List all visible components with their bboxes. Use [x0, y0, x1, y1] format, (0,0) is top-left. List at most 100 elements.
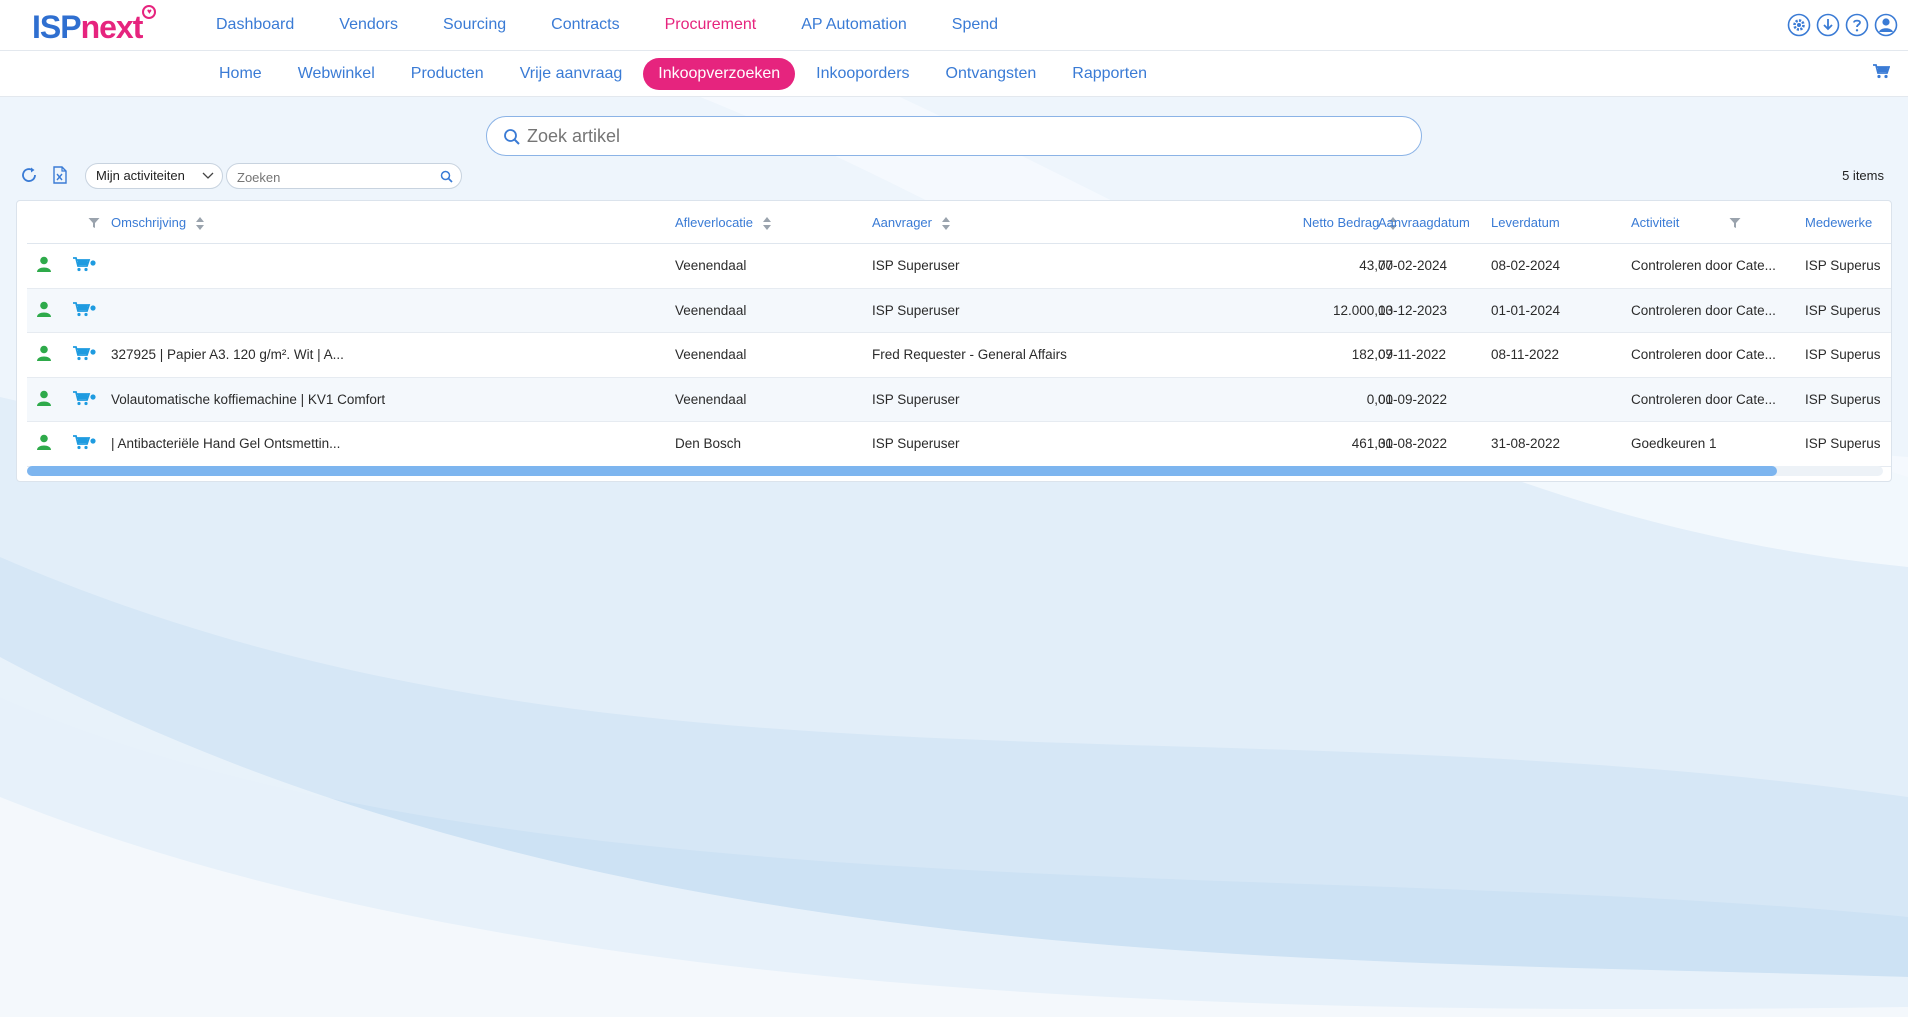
sort-icon[interactable] [195, 217, 204, 231]
column-label: Aanvrager [872, 215, 932, 230]
cell-description: 327925 | Papier A3. 120 g/m². Wit | A... [111, 347, 344, 363]
column-header-employee[interactable]: Medewerke [1805, 201, 1872, 244]
cell-employee: ISP Superus [1805, 347, 1881, 363]
excel-export-icon[interactable] [52, 166, 68, 184]
article-search-input[interactable] [527, 121, 1387, 151]
cell-request-date: 30-08-2022 [1378, 436, 1448, 452]
cell-net-amount: 182,09 [1351, 347, 1393, 363]
cell-activity: Controleren door Cate... [1631, 258, 1776, 273]
column-header-description[interactable]: Omschrijving [111, 201, 204, 244]
cell-location: Veenendaal [675, 302, 747, 318]
cell-delivery-date: 08-11-2022 [1491, 347, 1560, 363]
cell-request-date: 07-02-2024 [1378, 258, 1448, 273]
column-header-request-date[interactable]: Aanvraagdatum [1378, 201, 1470, 244]
chevron-down-icon [202, 172, 214, 179]
download-icon[interactable] [1816, 13, 1840, 37]
cell-requester: ISP Superuser [872, 258, 960, 273]
main-nav-procurement[interactable]: Procurement [665, 0, 757, 51]
sort-icon[interactable] [941, 217, 950, 231]
column-label: Afleverlocatie [675, 215, 754, 230]
top-navigation-bar: ISPnext ♥ Dashboard Vendors Sourcing Con… [0, 0, 1908, 51]
activity-filter-icon[interactable] [1729, 217, 1741, 229]
shopping-cart-icon[interactable] [1872, 63, 1890, 79]
table-row[interactable]: | Antibacteriële Hand Gel Ontsmettin... … [27, 422, 1891, 467]
user-icon[interactable] [37, 301, 51, 317]
cell-requester: Fred Requester - General Affairs [872, 347, 1067, 363]
column-header-activity[interactable]: Activiteit [1631, 201, 1679, 244]
top-icons [1787, 13, 1898, 37]
horizontal-scrollbar[interactable] [27, 466, 1883, 476]
cell-description: | Antibacteriële Hand Gel Ontsmettin... [111, 436, 341, 452]
logo-secondary: next [80, 9, 144, 45]
cell-activity: Controleren door Cate... [1631, 302, 1776, 318]
column-header-location[interactable]: Afleverlocatie [675, 201, 771, 244]
scrollbar-thumb[interactable] [27, 466, 1777, 476]
column-label: Omschrijving [111, 215, 187, 230]
cart-icon[interactable] [72, 390, 96, 406]
refresh-icon[interactable] [20, 166, 38, 184]
item-count: 5 items [1842, 168, 1884, 183]
table-row[interactable]: Veenendaal ISP Superuser 12.000,00 13-12… [27, 288, 1891, 334]
sub-nav: Home Webwinkel Producten Vrije aanvraag … [204, 58, 1168, 90]
article-search [486, 116, 1422, 156]
sub-nav-vrije-aanvraag[interactable]: Vrije aanvraag [505, 58, 638, 90]
column-header-delivery-date[interactable]: Leverdatum [1491, 201, 1560, 244]
activity-filter-value: Mijn activiteiten [96, 168, 185, 183]
table-row[interactable]: 327925 | Papier A3. 120 g/m². Wit | A...… [27, 333, 1891, 378]
grid-header-row: Omschrijving Afleverlocatie Aanvrager Ne… [27, 201, 1891, 244]
cart-icon[interactable] [72, 301, 96, 317]
main-nav: Dashboard Vendors Sourcing Contracts Pro… [216, 0, 1043, 51]
cell-location: Veenendaal [675, 391, 747, 407]
cell-delivery-date [1491, 378, 1621, 422]
sub-nav-inkoopverzoeken[interactable]: Inkoopverzoeken [643, 58, 796, 90]
user-icon[interactable] [37, 434, 51, 451]
user-icon[interactable] [37, 256, 51, 272]
user-icon[interactable] [37, 345, 51, 362]
main-nav-vendors[interactable]: Vendors [339, 0, 398, 51]
user-icon[interactable] [37, 390, 51, 406]
table-row[interactable]: Veenendaal ISP Superuser 43,70 07-02-202… [27, 244, 1891, 289]
filter-icon[interactable] [88, 217, 100, 229]
sub-nav-home[interactable]: Home [204, 58, 277, 90]
main-nav-spend[interactable]: Spend [952, 0, 998, 51]
cell-requester: ISP Superuser [872, 391, 960, 407]
cell-net-amount: 0,00 [1366, 391, 1393, 407]
sort-icon[interactable] [762, 217, 771, 231]
search-icon[interactable] [440, 170, 453, 183]
purchase-requests-grid: Omschrijving Afleverlocatie Aanvrager Ne… [16, 200, 1892, 482]
sub-nav-ontvangsten[interactable]: Ontvangsten [931, 58, 1052, 90]
cell-employee: ISP Superus [1805, 258, 1881, 273]
sub-nav-inkooporders[interactable]: Inkooporders [801, 58, 924, 90]
sub-nav-producten[interactable]: Producten [396, 58, 499, 90]
gear-icon[interactable] [1787, 13, 1811, 37]
sub-nav-rapporten[interactable]: Rapporten [1057, 58, 1162, 90]
cell-delivery-date: 08-02-2024 [1491, 258, 1561, 273]
cart-icon[interactable] [72, 434, 96, 450]
search-icon [504, 129, 520, 145]
cell-net-amount: 461,01 [1351, 436, 1393, 452]
cart-icon[interactable] [72, 256, 96, 272]
activity-filter-dropdown[interactable]: Mijn activiteiten [85, 163, 223, 189]
grid-search-input[interactable] [237, 167, 427, 187]
column-header-net-amount[interactable]: Netto Bedrag [1257, 201, 1397, 244]
user-icon[interactable] [1874, 13, 1898, 37]
cell-activity: Controleren door Cate... [1631, 391, 1776, 407]
cell-description [111, 289, 651, 333]
cell-employee: ISP Superus [1805, 302, 1881, 318]
table-row[interactable]: Volautomatische koffiemachine | KV1 Comf… [27, 377, 1891, 423]
main-nav-ap-automation[interactable]: AP Automation [801, 0, 907, 51]
sub-nav-webwinkel[interactable]: Webwinkel [283, 58, 390, 90]
grid-search [226, 163, 462, 189]
help-icon[interactable] [1845, 13, 1869, 37]
main-nav-dashboard[interactable]: Dashboard [216, 0, 294, 51]
cart-icon[interactable] [72, 345, 96, 361]
cell-description: Volautomatische koffiemachine | KV1 Comf… [111, 391, 386, 407]
cell-delivery-date: 31-08-2022 [1491, 436, 1561, 452]
cell-location: Veenendaal [675, 258, 747, 273]
cell-activity: Goedkeuren 1 [1631, 436, 1717, 452]
main-nav-contracts[interactable]: Contracts [551, 0, 619, 51]
ispnext-logo[interactable]: ISPnext ♥ [32, 5, 157, 46]
logo-primary: ISP [32, 9, 82, 45]
main-nav-sourcing[interactable]: Sourcing [443, 0, 506, 51]
column-header-requester[interactable]: Aanvrager [872, 201, 950, 244]
